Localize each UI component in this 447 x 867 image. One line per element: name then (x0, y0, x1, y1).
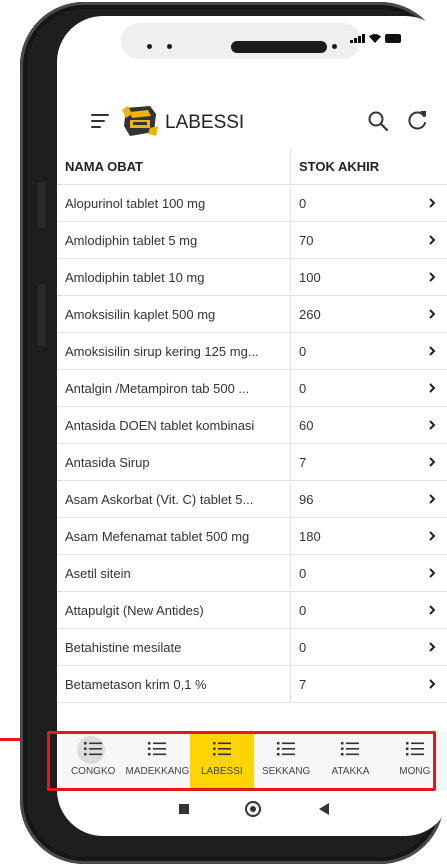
column-divider (290, 444, 291, 480)
notch-dot (313, 44, 318, 49)
table-row[interactable]: Amlodiphin tablet 5 mg 70 (57, 222, 447, 259)
recents-icon[interactable] (179, 804, 189, 814)
app-title: LABESSI (165, 112, 245, 133)
column-divider (290, 148, 291, 184)
column-header-name: NAMA OBAT (65, 159, 143, 174)
phone-screen: LABESSI NAMA OBAT STOK AKHIR Alopurinol … (57, 16, 447, 836)
chevron-right-icon[interactable] (427, 418, 437, 432)
stock-value: 96 (299, 492, 314, 507)
app-bar: LABESSI (57, 92, 447, 148)
notch (121, 23, 361, 59)
column-divider (290, 333, 291, 369)
column-divider (290, 592, 291, 628)
table-row[interactable]: Amlodiphin tablet 10 mg 100 (57, 259, 447, 296)
column-divider (290, 296, 291, 332)
chevron-right-icon[interactable] (427, 529, 437, 543)
back-icon[interactable] (319, 803, 329, 815)
column-divider (290, 666, 291, 702)
column-divider (290, 222, 291, 258)
chevron-right-icon[interactable] (427, 270, 437, 284)
table-row[interactable]: Asam Askorbat (Vit. C) tablet 5... 96 (57, 481, 447, 518)
stock-value: 7 (299, 455, 307, 470)
status-icons (350, 33, 401, 43)
notch-dot (167, 44, 172, 49)
table-row[interactable]: Antasida Sirup 7 (57, 444, 447, 481)
stock-value: 260 (299, 307, 321, 322)
stock-value: 0 (299, 344, 307, 359)
chevron-right-icon[interactable] (427, 307, 437, 321)
hamburger-icon[interactable] (91, 114, 109, 128)
stock-value: 0 (299, 196, 307, 211)
stock-value: 100 (299, 270, 321, 285)
chevron-right-icon[interactable] (427, 344, 437, 358)
table-row[interactable]: Betahistine mesilate 0 (57, 629, 447, 666)
medicine-name: Asam Askorbat (Vit. C) tablet 5... (65, 492, 254, 507)
stock-value: 180 (299, 529, 321, 544)
medicine-name: Asam Mefenamat tablet 500 mg (65, 529, 250, 544)
search-icon[interactable] (367, 110, 389, 132)
table-row[interactable]: Asetil sitein 0 (57, 555, 447, 592)
refresh-icon[interactable] (405, 108, 429, 132)
notch-dot (147, 44, 152, 49)
column-divider (290, 518, 291, 554)
stock-value: 0 (299, 640, 307, 655)
phone-side-button-lower (38, 284, 46, 346)
medicine-name: Antalgin /Metampiron tab 500 ... (65, 381, 250, 396)
chevron-right-icon[interactable] (427, 603, 437, 617)
medicine-stock-table: NAMA OBAT STOK AKHIR Alopurinol tablet 1… (57, 148, 447, 703)
stock-value: 60 (299, 418, 314, 433)
home-icon[interactable] (245, 801, 261, 817)
column-divider (290, 407, 291, 443)
table-row[interactable]: Amoksisilin kaplet 500 mg 260 (57, 296, 447, 333)
chevron-right-icon[interactable] (427, 492, 437, 506)
medicine-name: Attapulgit (New Antides) (65, 603, 204, 618)
table-row[interactable]: Betametason krim 0,1 % 7 (57, 666, 447, 703)
medicine-name: Antasida DOEN tablet kombinasi (65, 418, 255, 433)
annotation-highlight-box (47, 731, 436, 791)
medicine-name: Asetil sitein (65, 566, 131, 581)
chevron-right-icon[interactable] (427, 677, 437, 691)
table-header: NAMA OBAT STOK AKHIR (57, 148, 447, 185)
phone-side-button-upper (38, 182, 46, 228)
stock-value: 70 (299, 233, 314, 248)
notch-dot (332, 44, 337, 49)
column-divider (290, 259, 291, 295)
wifi-icon (369, 34, 381, 43)
signal-icon (350, 34, 365, 43)
medicine-name: Betahistine mesilate (65, 640, 182, 655)
medicine-name: Amlodiphin tablet 5 mg (65, 233, 198, 248)
medicine-name: Amlodiphin tablet 10 mg (65, 270, 205, 285)
column-divider (290, 481, 291, 517)
column-divider (290, 185, 291, 221)
chevron-right-icon[interactable] (427, 381, 437, 395)
column-divider (290, 555, 291, 591)
chevron-right-icon[interactable] (427, 566, 437, 580)
column-divider (290, 370, 291, 406)
medicine-name: Antasida Sirup (65, 455, 150, 470)
medicine-name: Amoksisilin sirup kering 125 mg... (65, 344, 259, 359)
stock-value: 0 (299, 566, 307, 581)
column-header-stock: STOK AKHIR (299, 159, 380, 174)
stock-value: 0 (299, 603, 307, 618)
system-navigation-bar (57, 792, 447, 836)
table-row[interactable]: Antalgin /Metampiron tab 500 ... 0 (57, 370, 447, 407)
table-row[interactable]: Antasida DOEN tablet kombinasi 60 (57, 407, 447, 444)
medicine-name: Betametason krim 0,1 % (65, 677, 207, 692)
table-row[interactable]: Amoksisilin sirup kering 125 mg... 0 (57, 333, 447, 370)
chevron-right-icon[interactable] (427, 196, 437, 210)
chevron-right-icon[interactable] (427, 233, 437, 247)
chevron-right-icon[interactable] (427, 455, 437, 469)
table-row[interactable]: Alopurinol tablet 100 mg 0 (57, 185, 447, 222)
stock-value: 7 (299, 677, 307, 692)
medicine-name: Alopurinol tablet 100 mg (65, 196, 206, 211)
stock-value: 0 (299, 381, 307, 396)
medicine-name: Amoksisilin kaplet 500 mg (65, 307, 216, 322)
table-row[interactable]: Attapulgit (New Antides) 0 (57, 592, 447, 629)
app-logo (122, 106, 158, 136)
battery-icon (385, 34, 401, 43)
chevron-right-icon[interactable] (427, 640, 437, 654)
table-row[interactable]: Asam Mefenamat tablet 500 mg 180 (57, 518, 447, 555)
status-bar (57, 16, 447, 66)
column-divider (290, 629, 291, 665)
